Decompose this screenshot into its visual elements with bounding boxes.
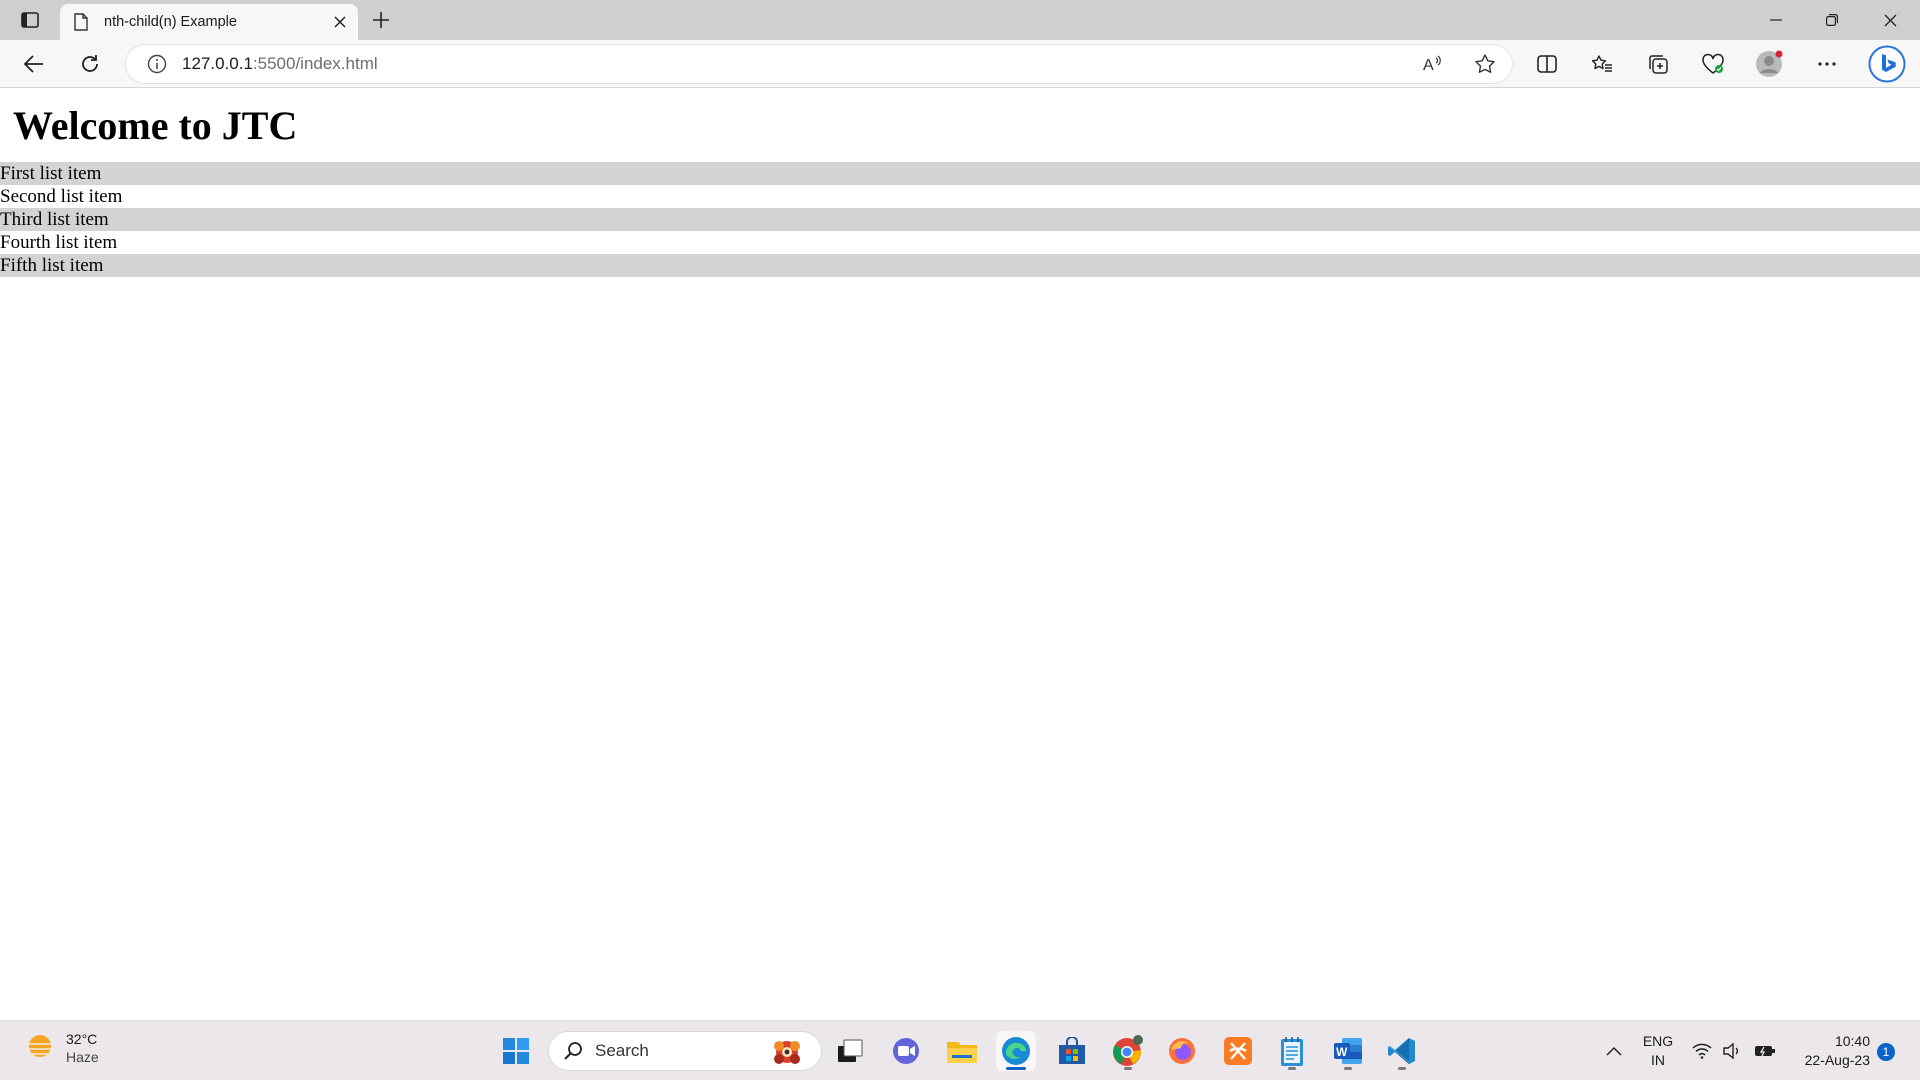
new-tab-icon[interactable]: [366, 6, 396, 34]
search-label: Search: [595, 1041, 649, 1060]
battery-charging-icon[interactable]: [1752, 1031, 1778, 1071]
firefox-icon[interactable]: [1162, 1031, 1202, 1071]
browser-essentials-icon[interactable]: [1696, 48, 1730, 80]
url-path: :5500/index.html: [252, 54, 378, 73]
site-info-icon[interactable]: [146, 53, 168, 75]
page-icon: [74, 13, 90, 31]
tab-title: nth-child(n) Example: [104, 14, 237, 30]
list-item: Third list item: [0, 208, 1920, 231]
running-app-indicator: [1124, 1067, 1132, 1070]
bing-copilot-icon[interactable]: [1867, 45, 1907, 83]
search-highlight-icon: [774, 1041, 800, 1064]
word-icon[interactable]: W: [1328, 1031, 1368, 1071]
active-app-indicator: [1006, 1067, 1026, 1070]
taskbar-search[interactable]: Search: [548, 1031, 822, 1071]
list-item: First list item: [0, 162, 1920, 185]
svg-text:A: A: [1423, 57, 1434, 74]
language-code: ENG: [1642, 1033, 1674, 1049]
browser-tab[interactable]: nth-child(n) Example: [60, 4, 358, 40]
file-explorer-icon[interactable]: [942, 1031, 982, 1071]
restore-icon[interactable]: [1804, 0, 1860, 40]
volume-icon[interactable]: [1720, 1031, 1744, 1071]
browser-tab-bar: nth-child(n) Example: [0, 0, 1920, 40]
haze-sun-icon: [27, 1035, 53, 1057]
edge-browser-icon[interactable]: [996, 1031, 1036, 1071]
close-window-icon[interactable]: [1862, 0, 1918, 40]
running-app-indicator: [1344, 1067, 1352, 1070]
search-icon: [564, 1042, 582, 1060]
close-tab-icon[interactable]: [326, 8, 354, 36]
list-item: Second list item: [0, 186, 123, 207]
url-host: 127.0.0.1: [182, 54, 253, 73]
minimize-icon[interactable]: [1748, 0, 1804, 40]
running-app-indicator: [1288, 1067, 1296, 1070]
weather-condition: Haze: [66, 1049, 99, 1065]
xampp-icon[interactable]: [1218, 1031, 1258, 1071]
favorites-icon[interactable]: [1585, 48, 1619, 80]
task-view-icon[interactable]: [830, 1031, 870, 1071]
tab-actions-icon[interactable]: [14, 6, 46, 34]
region-code: IN: [1651, 1052, 1665, 1068]
notification-badge[interactable]: 1: [1877, 1043, 1895, 1061]
chrome-icon[interactable]: [1108, 1031, 1148, 1071]
reload-icon[interactable]: [73, 48, 107, 80]
collections-icon[interactable]: [1641, 48, 1675, 80]
clock[interactable]: 10:40 22-Aug-23: [1790, 1032, 1870, 1070]
svg-text:W: W: [1336, 1045, 1348, 1059]
vscode-icon[interactable]: [1382, 1031, 1422, 1071]
list-item: Fifth list item: [0, 254, 1920, 277]
notepad-icon[interactable]: [1272, 1031, 1312, 1071]
url-text[interactable]: 127.0.0.1:5500/index.html: [182, 54, 378, 74]
favorite-star-icon[interactable]: [1470, 49, 1500, 79]
windows-start-icon[interactable]: [496, 1031, 536, 1071]
weather-temperature: 32°C: [66, 1031, 98, 1047]
running-app-indicator: [1398, 1067, 1406, 1070]
browser-toolbar: 127.0.0.1:5500/index.html A: [0, 40, 1920, 88]
windows-taskbar: 32°C Haze Search W ENG IN 10:40 22-Aug-2…: [0, 1020, 1920, 1080]
clock-date: 22-Aug-23: [1804, 1052, 1870, 1068]
input-language-indicator[interactable]: ENG IN: [1636, 1032, 1680, 1070]
weather-widget[interactable]: 32°C Haze: [24, 1030, 99, 1066]
list-item: Fourth list item: [0, 232, 118, 253]
page-heading: Welcome to JTC: [13, 103, 298, 148]
wifi-icon[interactable]: [1690, 1031, 1714, 1071]
clock-time: 10:40: [1834, 1033, 1870, 1049]
microsoft-store-icon[interactable]: [1052, 1031, 1092, 1071]
web-page-content: Welcome to JTC First list item Second li…: [0, 89, 1920, 1020]
address-bar[interactable]: 127.0.0.1:5500/index.html A: [126, 45, 1512, 83]
profile-avatar-icon[interactable]: [1752, 48, 1786, 80]
back-arrow-icon[interactable]: [17, 48, 51, 80]
more-options-icon[interactable]: [1810, 48, 1844, 80]
split-screen-icon[interactable]: [1530, 48, 1564, 80]
item-list: First list item Second list item Third l…: [0, 162, 1920, 277]
teams-chat-icon[interactable]: [886, 1031, 926, 1071]
show-hidden-icons-chevron-up-icon[interactable]: [1594, 1031, 1634, 1071]
read-aloud-icon[interactable]: A: [1418, 49, 1448, 79]
